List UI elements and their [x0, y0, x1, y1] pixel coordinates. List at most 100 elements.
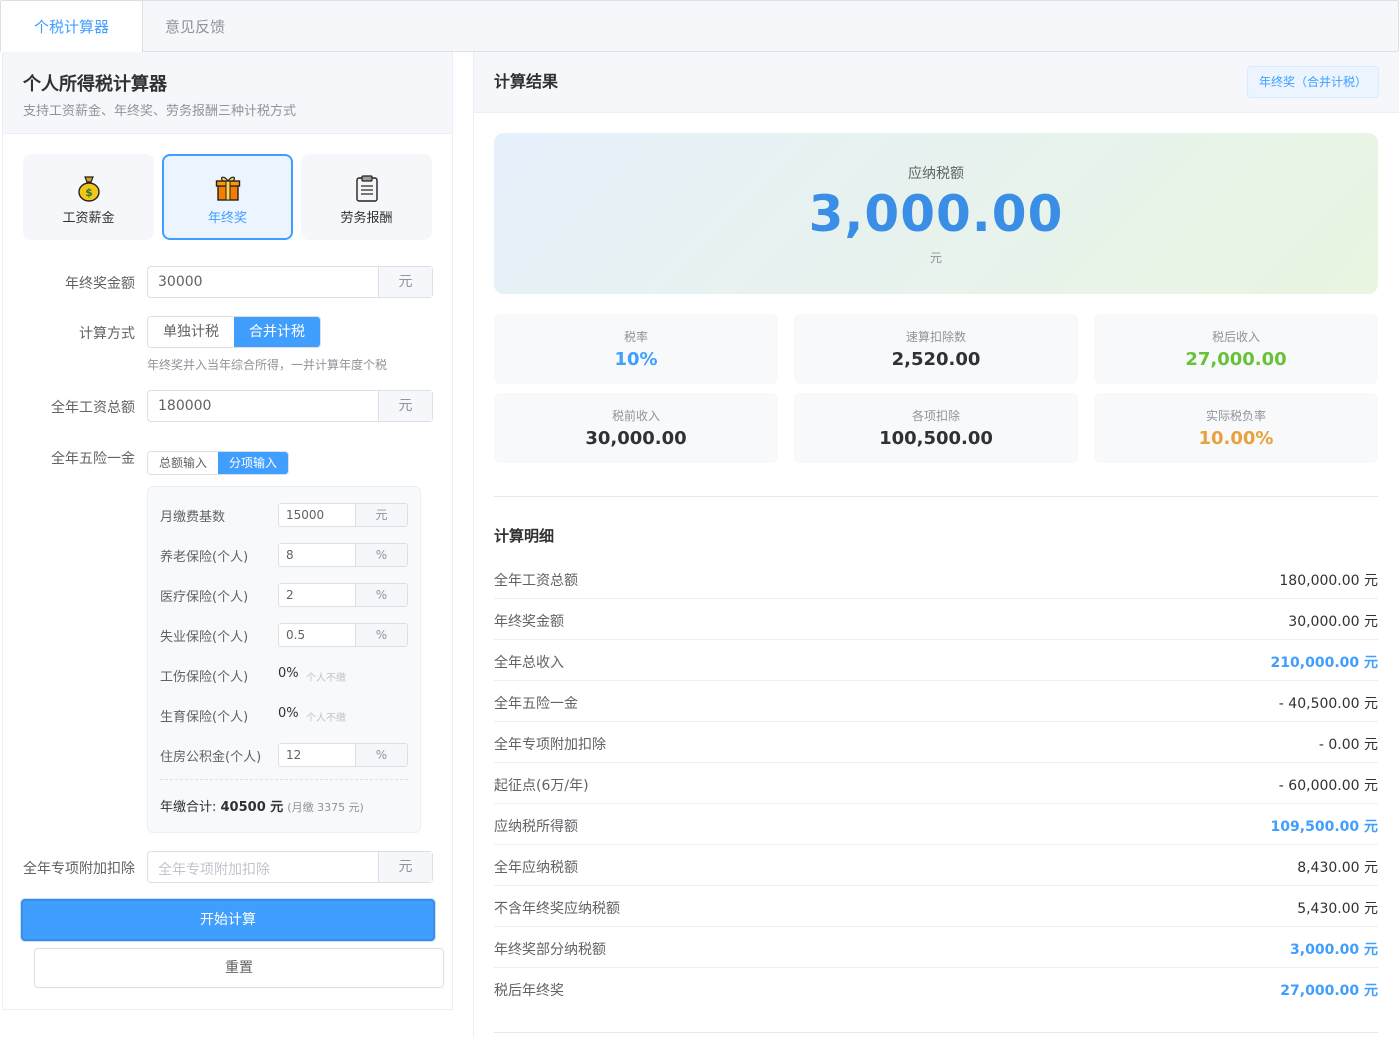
- detail-value: - 60,000.00 元: [1278, 778, 1378, 794]
- detail-value: 8,430.00 元: [1297, 860, 1378, 876]
- detail-label: 全年五险一金: [494, 696, 578, 712]
- detail-value: 30,000.00 元: [1288, 614, 1378, 630]
- salary-total-label: 全年工资总额: [51, 400, 135, 416]
- pension-rate-input[interactable]: 8 %: [278, 543, 408, 567]
- insurance-row-housing: 住房公积金(个人) 12 %: [160, 743, 410, 767]
- insurance-total-value: 40500 元: [220, 800, 284, 815]
- insurance-itemized-button[interactable]: 分项输入: [218, 452, 288, 474]
- detail-label: 年终奖金额: [494, 614, 564, 630]
- tab-tax-calculator[interactable]: 个税计算器: [1, 1, 143, 53]
- detail-row: 年终奖部分纳税额 3,000.00 元: [494, 927, 1378, 968]
- special-deduction-input[interactable]: 全年专项附加扣除 元: [147, 851, 433, 883]
- medical-unit: %: [355, 584, 407, 606]
- detail-value: - 0.00 元: [1318, 737, 1378, 753]
- detail-label: 全年工资总额: [494, 573, 578, 589]
- detail-value: 27,000.00 元: [1280, 983, 1378, 999]
- detail-label: 不含年终奖应纳税额: [494, 901, 620, 917]
- maternity-rate-value: 0%: [278, 706, 299, 721]
- detail-row: 应纳税所得额 109,500.00 元: [494, 804, 1378, 845]
- insurance-row-injury: 工伤保险(个人) 0% 个人不缴: [160, 663, 410, 687]
- stat-after-tax-label: 税后收入: [1211, 330, 1260, 344]
- mode-salary-label: 工资薪金: [62, 211, 115, 226]
- housing-fund-rate-input[interactable]: 12 %: [278, 743, 408, 767]
- insurance-mode-toggle: 总额输入 分项输入: [147, 451, 289, 475]
- result-header: 计算结果 年终奖（合并计税）: [474, 52, 1399, 113]
- stat-after-tax-income: 税后收入 27,000.00: [1094, 314, 1378, 384]
- medical-rate-input[interactable]: 2 %: [278, 583, 408, 607]
- stat-quick-deduction-value: 2,520.00: [891, 349, 981, 370]
- detail-value: 3,000.00 元: [1290, 942, 1378, 958]
- insurance-monthly-note: (月缴 3375 元): [287, 801, 364, 814]
- clipboard-icon: [355, 175, 378, 202]
- tax-payable-unit: 元: [929, 251, 942, 265]
- insurance-divider: [160, 779, 408, 780]
- special-deduction-placeholder: 全年专项附加扣除: [158, 862, 270, 878]
- detail-label: 税后年终奖: [494, 983, 564, 999]
- reset-button[interactable]: 重置: [34, 948, 444, 988]
- pension-unit: %: [355, 544, 407, 566]
- method-toggle: 单独计税 合并计税: [147, 316, 321, 348]
- details-bottom-divider: [494, 1032, 1378, 1033]
- stat-tax-rate-value: 10%: [614, 349, 658, 370]
- detail-row: 全年总收入 210,000.00 元: [494, 640, 1378, 681]
- stat-tax-rate: 税率 10%: [494, 314, 778, 384]
- detail-label: 起征点(6万/年): [494, 778, 589, 794]
- special-deduction-unit: 元: [378, 852, 432, 882]
- detail-row: 起征点(6万/年) - 60,000.00 元: [494, 763, 1378, 804]
- method-combined-button[interactable]: 合并计税: [234, 317, 320, 347]
- salary-unit: 元: [378, 391, 432, 421]
- salary-total-input[interactable]: 180000 元: [147, 390, 433, 422]
- stat-effective-rate-value: 10.00%: [1198, 428, 1274, 449]
- gift-icon: [215, 176, 240, 201]
- insurance-total-prefix: 年缴合计:: [160, 800, 221, 815]
- special-deduction-label: 全年专项附加扣除: [23, 861, 135, 877]
- housing-fund-label: 住房公积金(个人): [160, 750, 262, 765]
- result-title: 计算结果: [494, 72, 559, 91]
- mode-bonus-card[interactable]: 年终奖: [162, 154, 293, 240]
- form-title: 个人所得税计算器: [23, 74, 167, 95]
- insurance-itemized-box: 月缴费基数 15000 元 养老保险(个人) 8 % 医疗保险(个人) 2 % …: [147, 486, 421, 833]
- detail-row: 全年应纳税额 8,430.00 元: [494, 845, 1378, 886]
- stat-tax-rate-label: 税率: [623, 330, 648, 344]
- stat-pre-tax-label: 税前收入: [611, 409, 660, 423]
- insurance-total-input-button[interactable]: 总额输入: [148, 452, 218, 474]
- stat-after-tax-value: 27,000.00: [1185, 349, 1287, 370]
- unemployment-label: 失业保险(个人): [160, 630, 249, 645]
- insurance-base-label: 月缴费基数: [160, 510, 226, 525]
- insurance-row-unemployment: 失业保险(个人) 0.5 %: [160, 623, 410, 647]
- insurance-annual-total: 年缴合计: 40500 元 (月缴 3375 元): [160, 796, 364, 815]
- method-label: 计算方式: [79, 326, 135, 342]
- bonus-amount-input[interactable]: 30000 元: [147, 266, 433, 298]
- mode-labor-card[interactable]: 劳务报酬: [301, 154, 432, 240]
- injury-note: 个人不缴: [306, 673, 346, 684]
- bonus-unit: 元: [378, 267, 432, 297]
- bonus-amount-value: 30000: [158, 274, 203, 290]
- result-panel: 计算结果 年终奖（合并计税） 应纳税额 3,000.00 元 税率 10% 速算…: [473, 52, 1399, 1037]
- insurance-row-medical: 医疗保险(个人) 2 %: [160, 583, 410, 607]
- mode-salary-card[interactable]: $ 工资薪金: [23, 154, 154, 240]
- maternity-note: 个人不缴: [306, 713, 346, 724]
- detail-row: 不含年终奖应纳税额 5,430.00 元: [494, 886, 1378, 927]
- housing-fund-unit: %: [355, 744, 407, 766]
- insurance-row-base: 月缴费基数 15000 元: [160, 503, 410, 527]
- injury-rate-value: 0%: [278, 666, 299, 681]
- pension-label: 养老保险(个人): [160, 550, 249, 565]
- insurance-base-value: 15000: [286, 508, 325, 522]
- tab-feedback[interactable]: 意见反馈: [143, 1, 247, 52]
- stat-deductions-label: 各项扣除: [911, 409, 960, 423]
- insurance-base-input[interactable]: 15000 元: [278, 503, 408, 527]
- detail-value: - 40,500.00 元: [1278, 696, 1378, 712]
- calculate-button[interactable]: 开始计算: [21, 899, 435, 941]
- detail-value: 210,000.00 元: [1270, 655, 1378, 671]
- tax-payable-card: 应纳税额 3,000.00 元: [494, 133, 1378, 294]
- maternity-label: 生育保险(个人): [160, 710, 249, 725]
- stat-effective-rate: 实际税负率 10.00%: [1094, 393, 1378, 463]
- pension-rate-value: 8: [286, 548, 294, 562]
- method-separate-button[interactable]: 单独计税: [148, 317, 234, 347]
- unemployment-rate-input[interactable]: 0.5 %: [278, 623, 408, 647]
- unemployment-rate-value: 0.5: [286, 628, 306, 642]
- section-divider: [494, 496, 1378, 497]
- svg-text:$: $: [85, 186, 93, 199]
- stat-quick-deduction: 速算扣除数 2,520.00: [794, 314, 1078, 384]
- detail-row: 税后年终奖 27,000.00 元: [494, 968, 1378, 1009]
